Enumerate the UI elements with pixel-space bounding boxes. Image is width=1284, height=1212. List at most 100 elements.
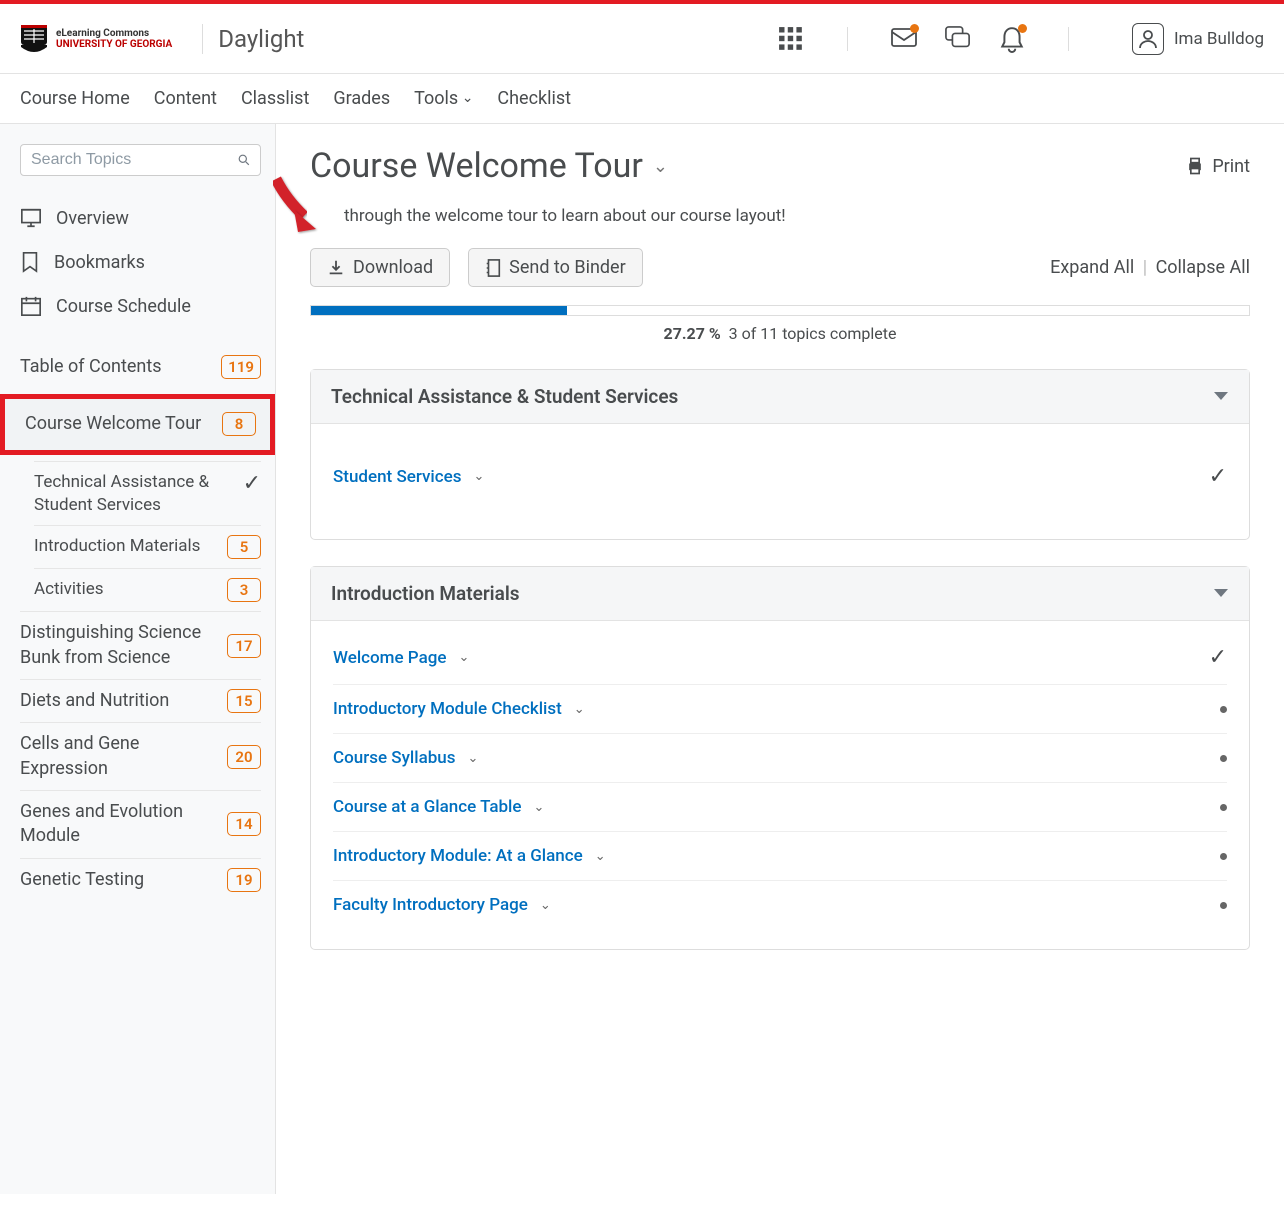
incomplete-dot-icon	[1220, 902, 1227, 909]
binder-icon	[485, 259, 501, 277]
sidebar-overview-label: Overview	[56, 208, 129, 229]
topic-row: Student Services ⌄ ✓	[333, 434, 1227, 519]
collapse-caret-icon	[1213, 588, 1229, 600]
mail-icon[interactable]	[891, 26, 917, 52]
topic-row: Introductory Module: At a Glance⌄	[333, 832, 1227, 881]
sidebar-bookmarks[interactable]: Bookmarks	[20, 240, 261, 284]
send-to-binder-button[interactable]: Send to Binder	[468, 248, 643, 287]
search-icon	[238, 151, 250, 169]
nav-course-home[interactable]: Course Home	[20, 88, 130, 109]
header: eLearning Commons UNIVERSITY OF GEORGIA …	[0, 4, 1284, 74]
nav-tools[interactable]: Tools	[414, 88, 473, 109]
topic-course-syllabus[interactable]: Course Syllabus⌄	[333, 748, 478, 768]
uga-logo-icon	[20, 24, 48, 54]
topic-faculty-intro[interactable]: Faculty Introductory Page⌄	[333, 895, 551, 915]
topic-row: Faculty Introductory Page⌄	[333, 881, 1227, 929]
topic-row: Introductory Module Checklist⌄	[333, 685, 1227, 734]
chevron-down-icon: ⌄	[468, 751, 479, 766]
sidebar-bookmarks-label: Bookmarks	[54, 252, 145, 273]
chevron-down-icon: ⌄	[474, 469, 485, 484]
sidebar-schedule-label: Course Schedule	[56, 296, 191, 317]
panel-header[interactable]: Technical Assistance & Student Services	[311, 370, 1249, 424]
topic-row: Course Syllabus⌄	[333, 734, 1227, 783]
toc-count: 119	[221, 355, 261, 379]
logo-block[interactable]: eLearning Commons UNIVERSITY OF GEORGIA	[20, 24, 172, 54]
user-menu[interactable]: Ima Bulldog	[1132, 23, 1264, 55]
check-icon: ✓	[1209, 645, 1227, 670]
divider	[847, 27, 848, 51]
course-nav: Course Home Content Classlist Grades Too…	[0, 74, 1284, 124]
divider	[1068, 27, 1069, 51]
incomplete-dot-icon	[1220, 853, 1227, 860]
topic-intro-module-glance[interactable]: Introductory Module: At a Glance⌄	[333, 846, 606, 866]
sidebar-sub-intro-materials[interactable]: Introduction Materials 5	[34, 525, 261, 568]
logo-line2: UNIVERSITY OF GEORGIA	[56, 39, 172, 50]
incomplete-dot-icon	[1220, 804, 1227, 811]
nav-classlist[interactable]: Classlist	[241, 88, 309, 109]
divider	[202, 24, 203, 54]
sidebar-module-diets[interactable]: Diets and Nutrition 15	[20, 679, 261, 722]
topic-row: Course at a Glance Table⌄	[333, 783, 1227, 832]
chevron-down-icon: ⌄	[534, 800, 545, 815]
page-title-dropdown[interactable]: Course Welcome Tour ⌄	[310, 146, 668, 186]
nav-grades[interactable]: Grades	[333, 88, 390, 109]
panel-header[interactable]: Introduction Materials	[311, 567, 1249, 621]
panel-intro-materials: Introduction Materials Welcome Page⌄ ✓ I…	[310, 566, 1250, 950]
apps-icon[interactable]	[778, 26, 804, 52]
bell-icon[interactable]	[999, 26, 1025, 52]
check-icon: ✓	[1209, 464, 1227, 489]
collapse-caret-icon	[1213, 391, 1229, 403]
print-icon	[1185, 156, 1205, 176]
nav-content[interactable]: Content	[154, 88, 217, 109]
sidebar-module-cells[interactable]: Cells and Gene Expression 20	[20, 722, 261, 790]
topic-intro-checklist[interactable]: Introductory Module Checklist⌄	[333, 699, 585, 719]
module-label: Course Welcome Tour	[25, 412, 222, 436]
chevron-down-icon: ⌄	[458, 650, 469, 665]
chevron-down-icon: ⌄	[595, 849, 606, 864]
progress-fill	[311, 306, 567, 315]
print-button[interactable]: Print	[1185, 156, 1250, 177]
sidebar-module-science-bunk[interactable]: Distinguishing Science Bunk from Science…	[20, 611, 261, 679]
sidebar-module-genes-evolution[interactable]: Genes and Evolution Module 14	[20, 790, 261, 858]
toc-root[interactable]: Table of Contents 119	[20, 346, 261, 388]
sidebar: Overview Bookmarks Course Schedule Table…	[0, 124, 276, 1194]
download-icon	[327, 259, 345, 277]
topic-student-services[interactable]: Student Services ⌄	[333, 467, 484, 487]
highlighted-module: Course Welcome Tour 8	[0, 394, 275, 454]
page-title: Course Welcome Tour	[310, 146, 643, 186]
sidebar-module-genetic-testing[interactable]: Genetic Testing 19	[20, 858, 261, 901]
incomplete-dot-icon	[1220, 755, 1227, 762]
panel-technical-assistance: Technical Assistance & Student Services …	[310, 369, 1250, 540]
topic-glance-table[interactable]: Course at a Glance Table⌄	[333, 797, 544, 817]
sidebar-schedule[interactable]: Course Schedule	[20, 284, 261, 328]
user-name: Ima Bulldog	[1174, 29, 1264, 49]
progress-bar	[310, 305, 1250, 316]
app-name: Daylight	[218, 25, 304, 53]
download-button[interactable]: Download	[310, 248, 450, 287]
sidebar-sub-tech-assist[interactable]: Technical Assistance & Student Services …	[34, 461, 261, 526]
search-input[interactable]	[31, 151, 238, 169]
main-content: Course Welcome Tour ⌄ Print through the …	[276, 124, 1284, 1194]
sidebar-item-welcome-tour[interactable]: Course Welcome Tour 8	[25, 407, 256, 441]
module-count: 8	[222, 412, 256, 436]
bookmark-icon	[20, 251, 40, 273]
logo-line1: eLearning Commons	[56, 28, 172, 39]
chat-icon[interactable]	[945, 26, 971, 52]
collapse-all-link[interactable]: Collapse All	[1156, 257, 1250, 278]
avatar-icon	[1132, 23, 1164, 55]
search-topics[interactable]	[20, 144, 261, 176]
sidebar-sub-activities[interactable]: Activities 3	[34, 568, 261, 611]
topic-welcome-page[interactable]: Welcome Page⌄	[333, 648, 469, 668]
presentation-icon	[20, 207, 42, 229]
nav-checklist[interactable]: Checklist	[497, 88, 571, 109]
expand-all-link[interactable]: Expand All	[1050, 257, 1134, 278]
calendar-icon	[20, 295, 42, 317]
sidebar-overview[interactable]: Overview	[20, 196, 261, 240]
toc-label: Table of Contents	[20, 355, 221, 379]
incomplete-dot-icon	[1220, 706, 1227, 713]
module-description: through the welcome tour to learn about …	[344, 206, 1250, 226]
chevron-down-icon: ⌄	[574, 702, 585, 717]
check-icon: ✓	[243, 471, 261, 496]
topic-row: Welcome Page⌄ ✓	[333, 631, 1227, 685]
chevron-down-icon: ⌄	[653, 156, 668, 177]
